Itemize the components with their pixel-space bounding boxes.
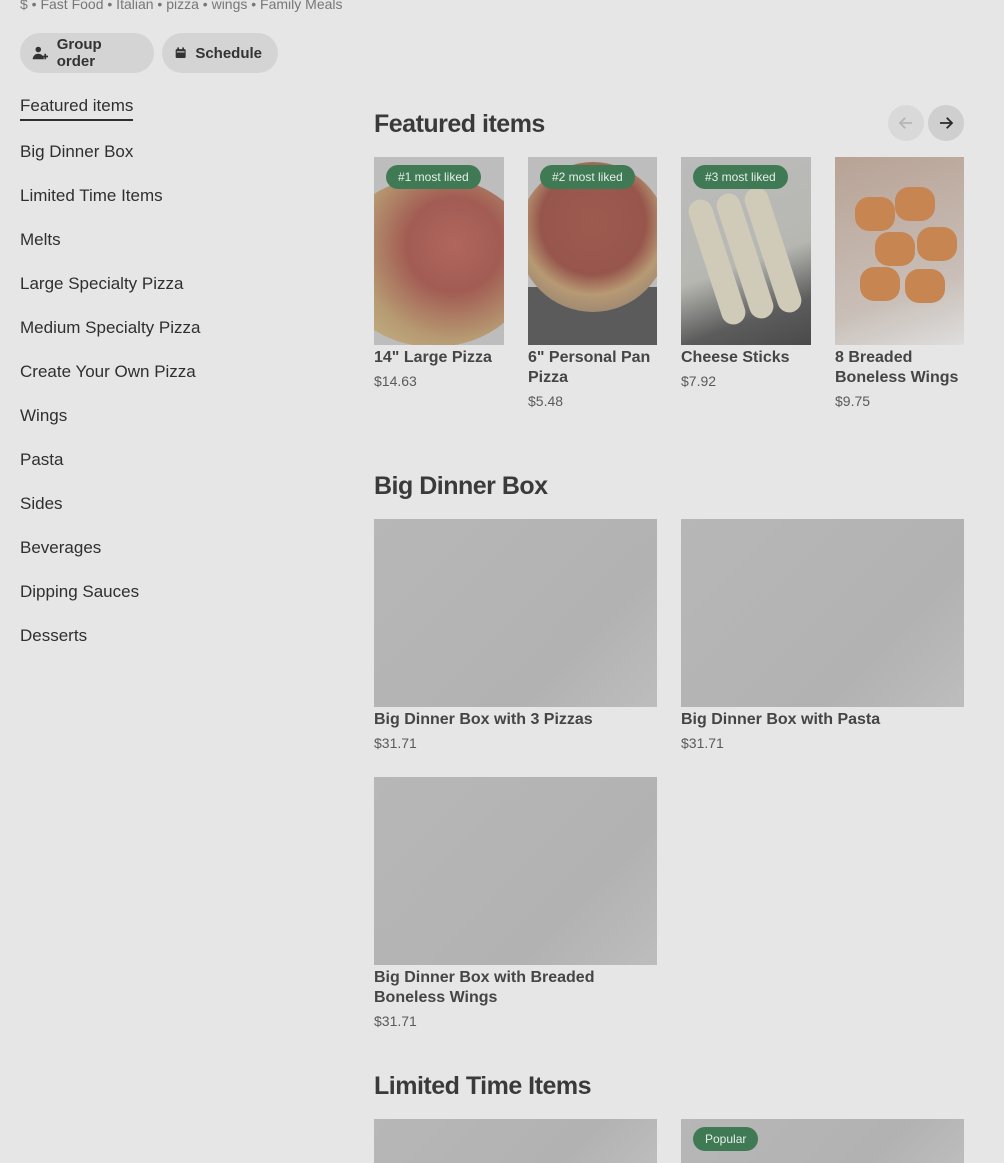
menu-item-price: $31.71: [681, 735, 724, 751]
calendar-icon: [175, 47, 186, 58]
group-order-button[interactable]: Group order: [20, 33, 154, 73]
menu-item-image[interactable]: [374, 519, 657, 707]
arrow-left-icon: [898, 117, 912, 129]
featured-item-price: $5.48: [528, 393, 564, 409]
nav-item-melts[interactable]: Melts: [20, 230, 61, 250]
menu-item-price: $31.71: [374, 735, 417, 751]
menu-item-name[interactable]: Big Dinner Box with 3 Pizzas: [374, 710, 657, 730]
popular-badge: Popular: [693, 1127, 759, 1151]
schedule-button[interactable]: Schedule: [162, 33, 278, 73]
menu-item-name[interactable]: Big Dinner Box with Pasta: [681, 710, 964, 730]
featured-item-name[interactable]: Cheese Sticks: [681, 348, 821, 368]
featured-item-image-2[interactable]: #2 most liked: [528, 157, 657, 345]
featured-item-price: $7.92: [681, 373, 717, 389]
arrow-right-icon: [940, 117, 954, 129]
section-title-big-dinner-box: Big Dinner Box: [374, 472, 548, 500]
nav-item-create-your-own-pizza[interactable]: Create Your Own Pizza: [20, 362, 196, 382]
featured-item-price: $14.63: [374, 373, 417, 389]
menu-item-image[interactable]: Popular: [681, 1119, 964, 1163]
nav-item-wings[interactable]: Wings: [20, 406, 67, 426]
menu-item-image[interactable]: [374, 1119, 657, 1163]
nav-item-pasta[interactable]: Pasta: [20, 450, 63, 470]
carousel-next-button[interactable]: [928, 105, 964, 141]
featured-item-image-1[interactable]: #1 most liked: [374, 157, 504, 345]
section-title-featured: Featured items: [374, 110, 545, 138]
most-liked-badge: #2 most liked: [540, 165, 635, 189]
boneless-wings-photo: [835, 157, 964, 345]
store-meta: $ • Fast Food • Italian • pizza • wings …: [20, 0, 343, 12]
featured-item-name[interactable]: 8 Breaded Boneless Wings: [835, 348, 964, 388]
nav-item-medium-specialty-pizza[interactable]: Medium Specialty Pizza: [20, 318, 200, 338]
group-order-label: Group order: [56, 36, 102, 70]
nav-item-featured-items[interactable]: Featured items: [20, 96, 134, 121]
nav-item-desserts[interactable]: Desserts: [20, 626, 87, 646]
schedule-label: Schedule: [195, 44, 262, 62]
nav-item-large-specialty-pizza[interactable]: Large Specialty Pizza: [20, 274, 183, 294]
pizza-photo: [374, 177, 504, 345]
nav-item-big-dinner-box[interactable]: Big Dinner Box: [20, 142, 133, 162]
menu-item-name[interactable]: Big Dinner Box with Breaded Boneless Win…: [374, 968, 614, 1008]
featured-item-image-3[interactable]: #3 most liked: [681, 157, 811, 345]
add-person-icon: [32, 46, 49, 60]
featured-item-name[interactable]: 6" Personal Pan Pizza: [528, 348, 663, 388]
featured-item-image-4[interactable]: [835, 157, 964, 345]
nav-item-limited-time-items[interactable]: Limited Time Items: [20, 186, 163, 206]
menu-item-price: $31.71: [374, 1013, 417, 1029]
menu-item-image[interactable]: [374, 777, 657, 965]
most-liked-badge: #3 most liked: [693, 165, 788, 189]
featured-item-price: $9.75: [835, 393, 871, 409]
most-liked-badge: #1 most liked: [386, 165, 481, 189]
nav-item-sides[interactable]: Sides: [20, 494, 63, 514]
nav-item-dipping-sauces[interactable]: Dipping Sauces: [20, 582, 139, 602]
carousel-prev-button[interactable]: [888, 105, 924, 141]
section-title-limited-time: Limited Time Items: [374, 1072, 592, 1100]
menu-item-image[interactable]: [681, 519, 964, 707]
nav-item-beverages[interactable]: Beverages: [20, 538, 101, 558]
featured-item-name[interactable]: 14" Large Pizza: [374, 348, 514, 368]
